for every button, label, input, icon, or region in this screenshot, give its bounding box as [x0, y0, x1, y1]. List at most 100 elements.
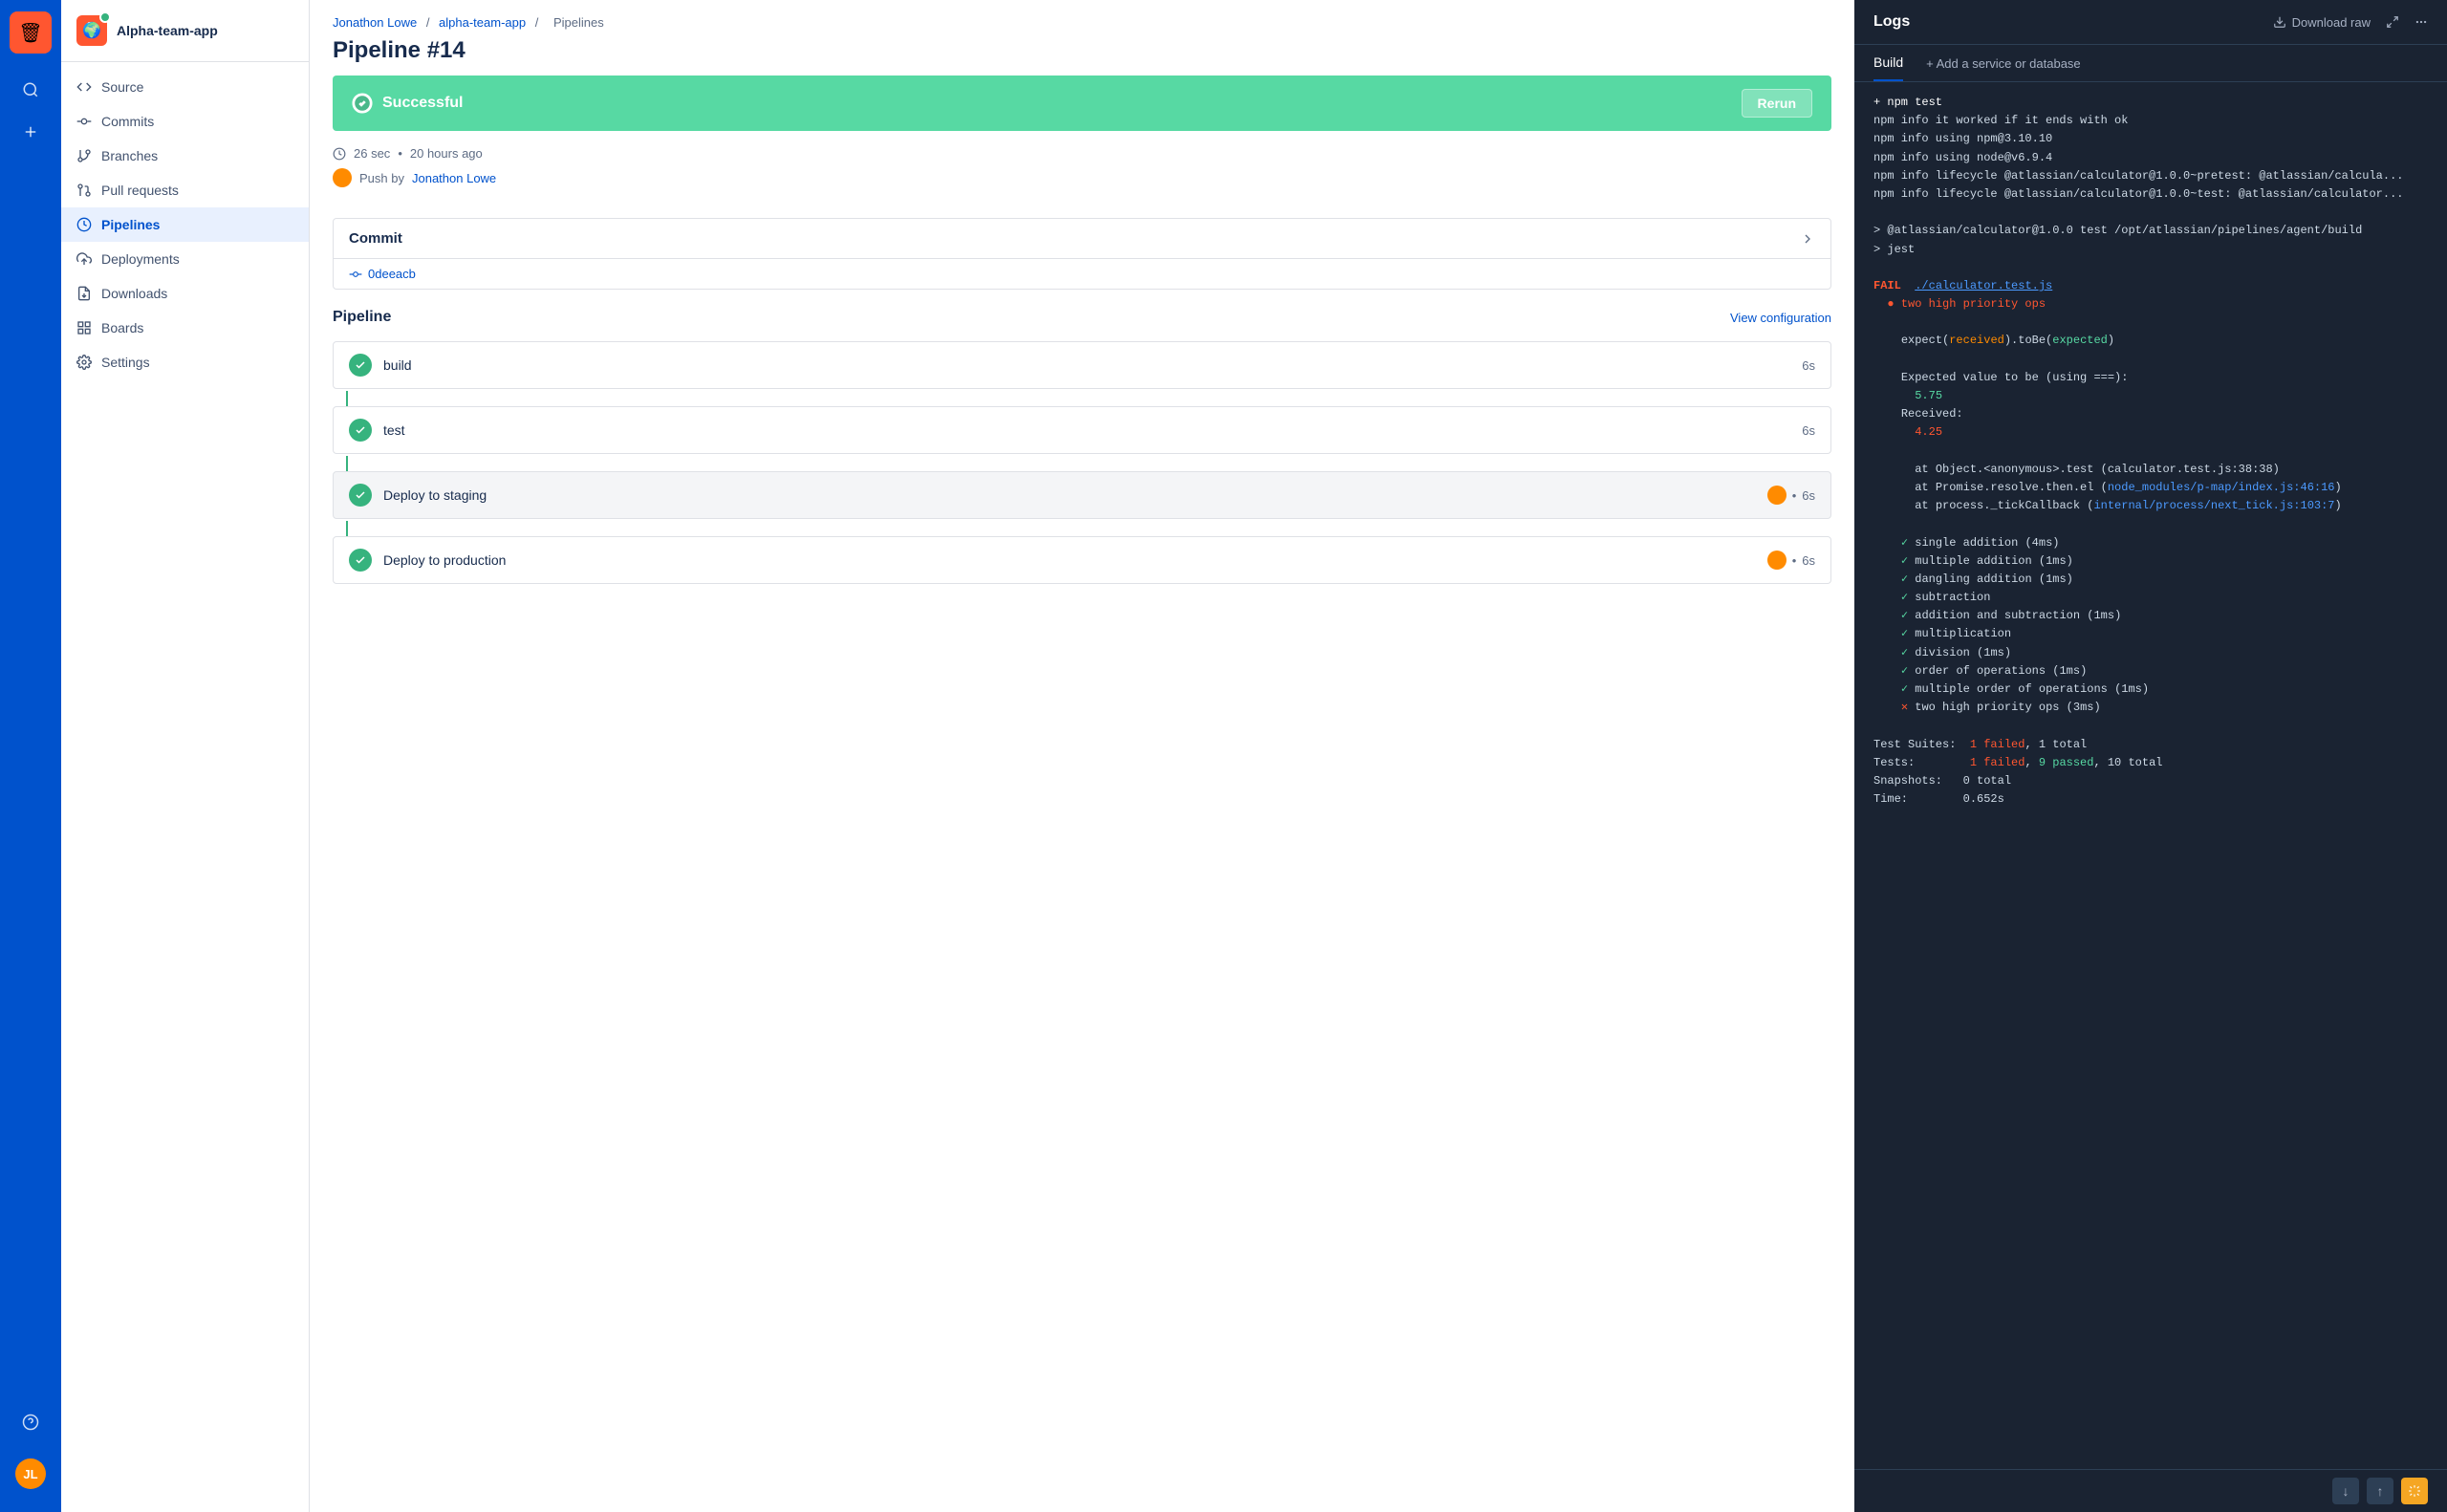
sidebar-label-pipelines: Pipelines — [101, 217, 160, 232]
push-row: Push by Jonathon Lowe — [333, 168, 1831, 187]
pipeline-header: Pipeline View configuration — [333, 309, 1831, 326]
logs-panel: Logs Download raw Bu — [1854, 0, 2447, 1512]
log-line: Test Suites: 1 failed, 1 total — [1873, 736, 2428, 754]
log-line: ✓ subtraction — [1873, 589, 2428, 607]
expand-button[interactable] — [2386, 15, 2399, 29]
branches-icon — [76, 148, 92, 163]
push-author-link[interactable]: Jonathon Lowe — [412, 171, 496, 185]
sidebar-app-name: Alpha-team-app — [117, 23, 218, 38]
breadcrumb-repo[interactable]: alpha-team-app — [439, 15, 526, 30]
sidebar-app-icon: 🌍 — [76, 15, 107, 46]
step-build[interactable]: build 6s — [333, 341, 1831, 389]
step-test[interactable]: test 6s — [333, 406, 1831, 454]
user-avatar[interactable]: JL — [15, 1458, 46, 1489]
log-line: npm info lifecycle @atlassian/calculator… — [1873, 167, 2428, 185]
step-build-duration: 6s — [1802, 358, 1815, 373]
tab-build[interactable]: Build — [1873, 45, 1903, 81]
step-test-icon — [349, 419, 372, 442]
sidebar-item-pull-requests[interactable]: Pull requests — [61, 173, 309, 207]
pipeline-section-title: Pipeline — [333, 309, 391, 326]
step-prod-avatar — [1767, 551, 1787, 570]
step-deploy-production[interactable]: Deploy to production • 6s — [333, 536, 1831, 584]
main-content: Jonathon Lowe / alpha-team-app / Pipelin… — [310, 0, 1854, 1512]
log-line: ✓ order of operations (1ms) — [1873, 662, 2428, 680]
scroll-up-button[interactable]: ↑ — [2367, 1478, 2393, 1504]
commit-card-header[interactable]: Commit — [334, 219, 1830, 258]
commit-card: Commit 0deeacb — [333, 218, 1831, 290]
light-toggle-button[interactable] — [2401, 1478, 2428, 1504]
step-build-name: build — [383, 357, 1802, 373]
pipeline-section: Pipeline View configuration build 6s — [310, 309, 1854, 609]
log-line — [1873, 443, 2428, 461]
push-text: Push by — [359, 171, 404, 185]
commit-hash-link[interactable]: 0deeacb — [368, 267, 416, 281]
logs-body[interactable]: + npm testnpm info it worked if it ends … — [1854, 82, 2447, 1469]
log-line — [1873, 717, 2428, 735]
boards-icon — [76, 320, 92, 335]
deployments-icon — [76, 251, 92, 267]
step-staging-icon — [349, 484, 372, 507]
commit-label: Commit — [349, 230, 402, 247]
rerun-button[interactable]: Rerun — [1742, 89, 1812, 118]
search-button[interactable] — [10, 69, 52, 111]
logs-footer: ↓ ↑ — [1854, 1469, 2447, 1512]
sidebar-label-settings: Settings — [101, 355, 150, 370]
step-deploy-staging[interactable]: Deploy to staging • 6s — [333, 471, 1831, 519]
log-line: Time: 0.652s — [1873, 790, 2428, 809]
sidebar-item-downloads[interactable]: Downloads — [61, 276, 309, 311]
add-button[interactable] — [10, 111, 52, 153]
breadcrumb-user[interactable]: Jonathon Lowe — [333, 15, 417, 30]
help-button[interactable] — [10, 1401, 52, 1443]
sidebar-item-pipelines[interactable]: Pipelines — [61, 207, 309, 242]
sidebar: 🌍 Alpha-team-app Source Commits Branches — [61, 0, 310, 1512]
app-icon[interactable]: 🗑 — [10, 11, 52, 54]
sidebar-label-pr: Pull requests — [101, 183, 179, 198]
log-line: ✓ addition and subtraction (1ms) — [1873, 607, 2428, 625]
pipelines-icon — [76, 217, 92, 232]
step-connector-2 — [346, 456, 348, 471]
step-check-icon-4 — [355, 554, 366, 566]
scroll-down-button[interactable]: ↓ — [2332, 1478, 2359, 1504]
sidebar-item-boards[interactable]: Boards — [61, 311, 309, 345]
breadcrumb: Jonathon Lowe / alpha-team-app / Pipelin… — [310, 0, 1854, 30]
log-line: ✓ single addition (4ms) — [1873, 534, 2428, 552]
bulb-icon — [2408, 1484, 2421, 1498]
commit-hash: 0deeacb — [334, 258, 1830, 289]
log-line — [1873, 204, 2428, 222]
view-config-link[interactable]: View configuration — [1730, 311, 1831, 325]
sidebar-item-source[interactable]: Source — [61, 70, 309, 104]
sidebar-item-deployments[interactable]: Deployments — [61, 242, 309, 276]
step-prod-name: Deploy to production — [383, 552, 1767, 568]
step-check-icon-3 — [355, 489, 366, 501]
log-line: > @atlassian/calculator@1.0.0 test /opt/… — [1873, 222, 2428, 240]
log-line: npm info it worked if it ends with ok — [1873, 112, 2428, 130]
add-service-link[interactable]: + Add a service or database — [1926, 56, 2081, 71]
log-line: ✓ multiple order of operations (1ms) — [1873, 680, 2428, 699]
time-ago: 20 hours ago — [410, 146, 483, 161]
step-staging-duration: 6s — [1802, 488, 1815, 503]
step-staging-name: Deploy to staging — [383, 487, 1767, 503]
logs-title: Logs — [1873, 13, 1910, 31]
step-build-icon — [349, 354, 372, 377]
sidebar-item-branches[interactable]: Branches — [61, 139, 309, 173]
log-line: ● two high priority ops — [1873, 295, 2428, 313]
sidebar-label-branches: Branches — [101, 148, 158, 163]
log-line: npm info using node@v6.9.4 — [1873, 149, 2428, 167]
download-raw-button[interactable]: Download raw — [2273, 15, 2371, 30]
log-line — [1873, 351, 2428, 369]
log-line: Tests: 1 failed, 9 passed, 10 total — [1873, 754, 2428, 772]
sidebar-label-commits: Commits — [101, 114, 154, 129]
logs-header: Logs Download raw — [1854, 0, 2447, 45]
log-line: npm info lifecycle @atlassian/calculator… — [1873, 185, 2428, 204]
more-button[interactable] — [2415, 15, 2428, 29]
commits-icon — [76, 114, 92, 129]
status-banner: Successful Rerun — [333, 76, 1831, 131]
step-test-duration: 6s — [1802, 423, 1815, 438]
log-line: ✕ two high priority ops (3ms) — [1873, 699, 2428, 717]
step-prod-dot: • — [1792, 553, 1797, 568]
log-line: ✓ multiplication — [1873, 625, 2428, 643]
sidebar-item-commits[interactable]: Commits — [61, 104, 309, 139]
author-avatar — [333, 168, 352, 187]
sidebar-item-settings[interactable]: Settings — [61, 345, 309, 379]
log-line: Expected value to be (using ===): — [1873, 369, 2428, 387]
